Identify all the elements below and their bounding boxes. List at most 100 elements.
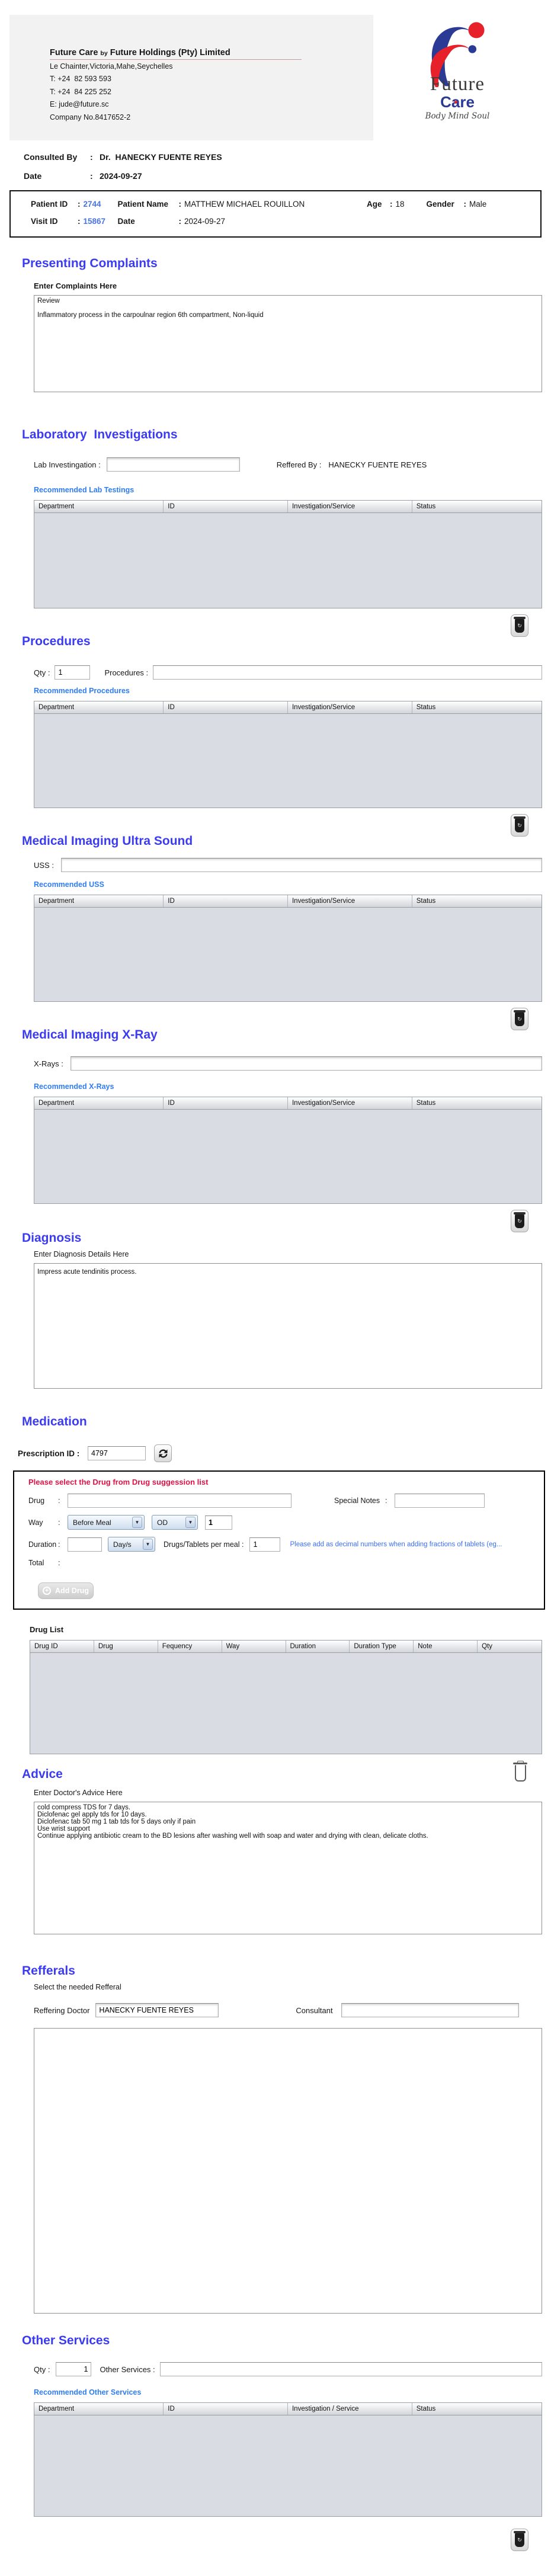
company-logo: Future Ca ♥ re Body Mind Soul [373, 15, 542, 140]
section-heading-xray: Medical Imaging X-Ray [22, 1028, 158, 1042]
logo-tagline: Body Mind Soul [425, 111, 490, 121]
per-meal-input[interactable] [249, 1537, 281, 1552]
advice-trash-button[interactable] [512, 1761, 528, 1785]
duration-unit-select[interactable]: Day/s ▼ [108, 1537, 155, 1552]
procedures-qty-input[interactable] [55, 665, 91, 680]
complaints-textarea[interactable]: Review Inflammatory process in the carpo… [34, 295, 542, 392]
column-header-investigation: Investigation/Service [288, 501, 412, 512]
company-title: Future Care by Future Holdings (Pty) Lim… [50, 48, 302, 60]
company-number: Company No.8417652-2 [50, 113, 131, 121]
procedures-label: Procedures : [104, 668, 149, 677]
uss-table: Department ID Investigation/Service Stat… [34, 895, 542, 1002]
column-header-investigation: Investigation/Service [288, 895, 412, 907]
lab-investigation-input[interactable] [106, 457, 240, 472]
dropdown-arrow-icon: ▼ [185, 1517, 196, 1528]
column-header-id: ID [164, 2403, 288, 2415]
uss-trash-button[interactable]: ↻ [511, 1008, 528, 1030]
way-label: Way [28, 1518, 43, 1527]
xray-trash-button[interactable]: ↻ [511, 1210, 528, 1232]
other-services-trash-button[interactable]: ↻ [511, 2529, 528, 2551]
way-qty-input[interactable] [205, 1515, 232, 1530]
drug-list-table: Drug ID Drug Fequency Way Duration Durat… [30, 1640, 542, 1754]
section-heading-medication: Medication [22, 1415, 87, 1428]
advice-textarea[interactable]: cold compress TDS for 7 days. Diclofenac… [34, 1802, 542, 1934]
special-notes-input[interactable] [395, 1494, 485, 1508]
other-services-input[interactable] [159, 2362, 542, 2376]
other-services-label: Other Services : [100, 2364, 155, 2374]
column-header-status: Status [416, 898, 436, 905]
section-heading-other-services: Other Services [22, 2334, 110, 2347]
dropdown-arrow-icon: ▼ [132, 1517, 142, 1528]
column-header-id: ID [164, 895, 288, 907]
trash-icon [513, 1761, 527, 1764]
diagnosis-textarea[interactable]: Impress acute tendinitis process. [34, 1263, 542, 1389]
age-value: 18 [395, 200, 405, 209]
consultation-page: Future Care by Future Holdings (Pty) Lim… [0, 15, 551, 2576]
other-qty-input[interactable] [56, 2362, 92, 2376]
column-header-id: ID [164, 701, 288, 713]
section-heading-procedures: Procedures [22, 635, 91, 648]
visit-id-value: 15867 [83, 217, 106, 226]
consult-date-value: 2024-09-27 [100, 171, 142, 181]
fraction-hint: Please add as decimal numbers when addin… [290, 1540, 502, 1548]
column-header-note: Note [414, 1641, 478, 1652]
column-header-department: Department [34, 2403, 164, 2415]
uss-input[interactable] [60, 858, 542, 872]
column-header-status: Status [416, 2405, 436, 2412]
section-heading-ultrasound: Medical Imaging Ultra Sound [22, 834, 193, 848]
column-header-frequency: Fequency [158, 1641, 222, 1652]
consultant-input[interactable] [341, 2003, 519, 2017]
column-header-id: ID [164, 1097, 288, 1109]
column-header-investigation: Investigation/Service [288, 1097, 412, 1109]
patient-name-value: MATTHEW MICHAEL ROUILLON [184, 200, 305, 209]
prescription-id-input[interactable] [88, 1446, 146, 1460]
consult-date-label: Date [24, 171, 42, 181]
drug-input[interactable] [68, 1494, 291, 1508]
drug-label: Drug [28, 1497, 45, 1505]
column-header-way: Way [222, 1641, 286, 1652]
duration-label: Duration [28, 1540, 57, 1549]
column-header-id: ID [164, 501, 288, 512]
lab-trash-button[interactable]: ↻ [511, 614, 528, 637]
recommended-xrays-link: Recommended X-Rays [34, 1082, 114, 1091]
company-address: Le Chainter,Victoria,Mahe,Seychelles [50, 62, 173, 71]
trash-icon: ↻ [514, 1010, 526, 1026]
column-header-department: Department [34, 895, 164, 907]
recommended-uss-link: Recommended USS [34, 880, 104, 889]
patient-name-label: Patient Name [117, 200, 169, 209]
diagnosis-sub-label: Enter Diagnosis Details Here [34, 1250, 129, 1258]
drug-list-label: Drug List [30, 1625, 64, 1634]
refresh-prescription-button[interactable] [154, 1444, 172, 1462]
prescription-id-label: Prescription ID : [18, 1449, 80, 1458]
meal-timing-select[interactable]: Before Meal ▼ [68, 1515, 145, 1530]
xray-table-body [34, 1110, 542, 1203]
drug-selection-alert: Please select the Drug from Drug suggess… [28, 1478, 209, 1486]
recommended-lab-testings-link: Recommended Lab Testings [34, 486, 134, 494]
uss-label: USS : [34, 860, 54, 870]
refresh-icon [159, 1449, 167, 1457]
procedures-input[interactable] [153, 665, 542, 680]
referring-doctor-input[interactable] [95, 2003, 219, 2017]
visit-id-label: Visit ID [31, 217, 58, 226]
other-services-table-body [34, 2415, 542, 2516]
duration-input[interactable] [68, 1537, 102, 1552]
drug-list-table-body [30, 1653, 542, 1754]
referred-by-label: Reffered By : [276, 460, 322, 469]
section-heading-referrals: Refferals [22, 1964, 75, 1978]
add-drug-button[interactable]: + Add Drug [38, 1582, 94, 1599]
patient-id-label: Patient ID [31, 200, 68, 209]
procedures-trash-button[interactable]: ↻ [511, 814, 528, 837]
frequency-select[interactable]: OD ▼ [152, 1515, 198, 1530]
trash-icon: ↻ [514, 1212, 526, 1228]
xrays-input[interactable] [70, 1056, 542, 1071]
lab-tests-table-body [34, 513, 542, 608]
letterhead: Future Care by Future Holdings (Pty) Lim… [9, 15, 542, 140]
age-label: Age [367, 200, 382, 209]
procedures-table: Department ID Investigation/Service Stat… [34, 701, 542, 808]
patient-id-value: 2744 [83, 200, 101, 209]
section-heading-laboratory: Laboratory Investigations [22, 428, 178, 441]
consult-block: Consulted By : Dr. HANECKY FUENTE REYES … [24, 152, 222, 181]
company-phone-1: T: +24 82 593 593 [50, 75, 111, 84]
column-header-status: Status [416, 704, 436, 711]
column-header-department: Department [34, 501, 164, 512]
